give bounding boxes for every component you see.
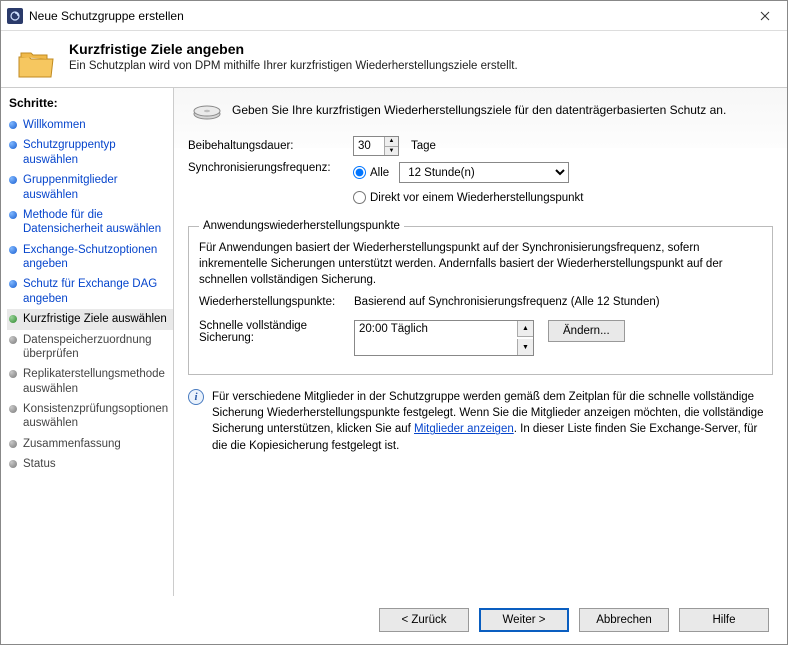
page-heading: Kurzfristige Ziele angeben xyxy=(69,41,518,57)
window-title: Neue Schutzgruppe erstellen xyxy=(29,9,742,23)
step-storage-allocation: Datenspeicherzuordnung überprüfen xyxy=(7,330,173,365)
cancel-button[interactable]: Abbrechen xyxy=(579,608,669,632)
retention-spinner[interactable]: ▲▼ xyxy=(384,137,398,155)
app-recovery-fieldset: Anwendungswiederherstellungspunkte Für A… xyxy=(188,220,773,375)
sync-opt-all[interactable]: Alle xyxy=(353,166,389,179)
step-welcome[interactable]: Willkommen xyxy=(7,115,173,135)
help-button[interactable]: Hilfe xyxy=(679,608,769,632)
folder-icon xyxy=(17,47,55,81)
step-exchange-options[interactable]: Exchange-Schutzoptionen angeben xyxy=(7,240,173,275)
disk-icon xyxy=(192,100,222,120)
intro-text: Geben Sie Ihre kurzfristigen Wiederherst… xyxy=(232,103,726,117)
fieldset-legend: Anwendungswiederherstellungspunkte xyxy=(199,220,404,232)
titlebar: Neue Schutzgruppe erstellen xyxy=(1,1,787,31)
sync-interval-select[interactable]: 12 Stunde(n) xyxy=(399,162,569,183)
retention-input[interactable]: ▲▼ xyxy=(353,136,399,156)
sync-radio-all[interactable] xyxy=(353,166,366,179)
fieldset-desc: Für Anwendungen basiert der Wiederherste… xyxy=(199,240,762,288)
full-backup-listbox[interactable]: 20:00 Täglich ▲▼ xyxy=(354,320,534,356)
retention-unit: Tage xyxy=(411,140,436,152)
wizard-footer: < Zurück Weiter > Abbrechen Hilfe xyxy=(1,596,787,644)
retention-label: Beibehaltungsdauer: xyxy=(188,140,353,152)
recovery-points-label: Wiederherstellungspunkte: xyxy=(199,296,354,308)
recovery-points-value: Basierend auf Synchronisierungsfrequenz … xyxy=(354,296,660,308)
info-icon: i xyxy=(188,389,204,405)
step-short-term-goals[interactable]: Kurzfristige Ziele auswählen xyxy=(7,309,173,329)
sync-radio-before[interactable] xyxy=(353,191,366,204)
step-protection-method[interactable]: Methode für die Datensicherheit auswähle… xyxy=(7,205,173,240)
step-exchange-dag[interactable]: Schutz für Exchange DAG angeben xyxy=(7,274,173,309)
back-button[interactable]: < Zurück xyxy=(379,608,469,632)
step-group-type[interactable]: Schutzgruppentyp auswählen xyxy=(7,135,173,170)
step-replica-method: Replikaterstellungsmethode auswählen xyxy=(7,364,173,399)
steps-sidebar: Schritte: Willkommen Schutzgruppentyp au… xyxy=(1,87,173,596)
show-members-link[interactable]: Mitglieder anzeigen xyxy=(414,423,514,435)
app-icon xyxy=(7,8,23,24)
wizard-header: Kurzfristige Ziele angeben Ein Schutzpla… xyxy=(1,31,787,87)
full-backup-label: Schnelle vollständige Sicherung: xyxy=(199,320,354,344)
steps-title: Schritte: xyxy=(7,94,173,115)
modify-button[interactable]: Ändern... xyxy=(548,320,625,342)
step-consistency-check: Konsistenzprüfungsoptionen auswählen xyxy=(7,399,173,434)
main-panel: Geben Sie Ihre kurzfristigen Wiederherst… xyxy=(173,87,787,596)
next-button[interactable]: Weiter > xyxy=(479,608,569,632)
step-status: Status xyxy=(7,454,173,474)
sync-opt-before[interactable]: Direkt vor einem Wiederherstellungspunkt xyxy=(353,191,583,204)
page-subheading: Ein Schutzplan wird von DPM mithilfe Ihr… xyxy=(69,60,518,72)
step-summary: Zusammenfassung xyxy=(7,434,173,454)
retention-value[interactable] xyxy=(354,137,384,155)
listbox-scroll[interactable]: ▲▼ xyxy=(517,321,533,355)
step-group-members[interactable]: Gruppenmitglieder auswählen xyxy=(7,170,173,205)
sync-label: Synchronisierungsfrequenz: xyxy=(188,162,353,174)
info-text: Für verschiedene Mitglieder in der Schut… xyxy=(212,389,773,453)
close-button[interactable] xyxy=(742,1,787,31)
